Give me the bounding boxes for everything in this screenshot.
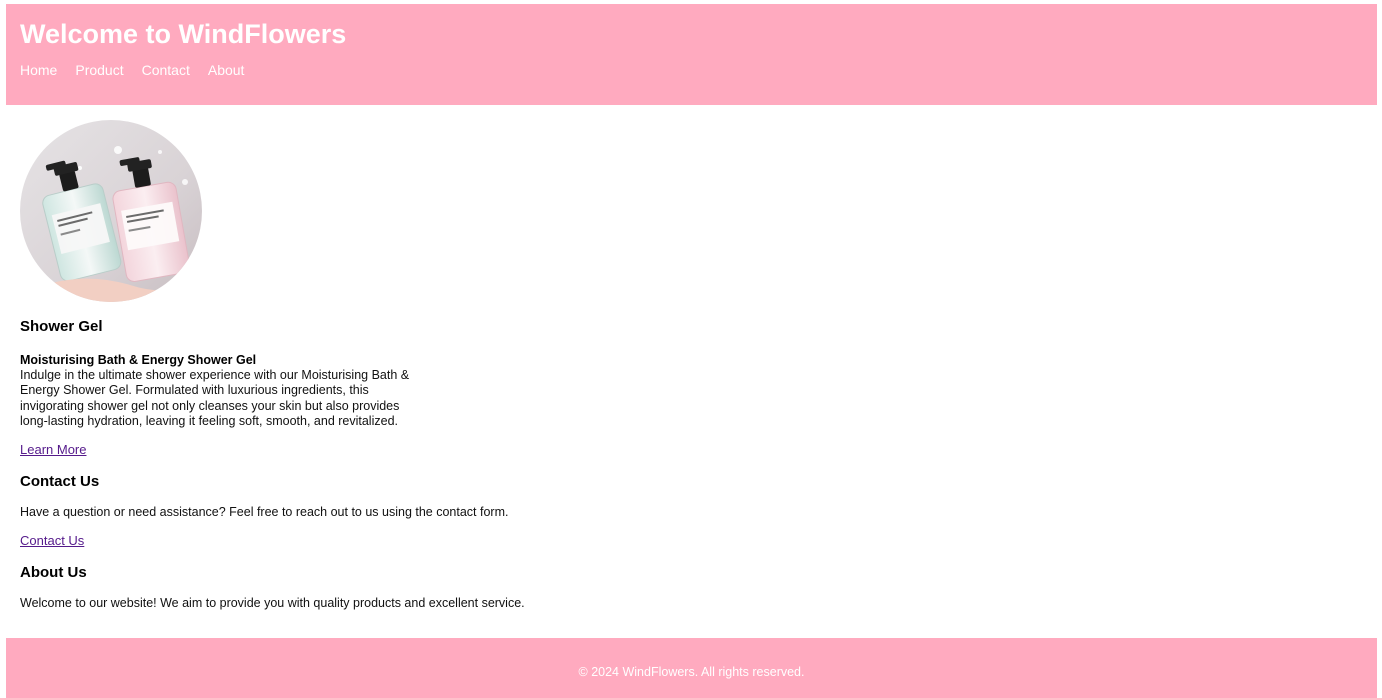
about-section: About Us Welcome to our website! We aim …: [20, 564, 720, 611]
contact-us-link[interactable]: Contact Us: [20, 533, 84, 549]
contact-section: Contact Us Have a question or need assis…: [20, 473, 720, 550]
about-section-title: About Us: [20, 563, 87, 581]
site-footer: © 2024 WindFlowers. All rights reserved.: [6, 638, 1377, 698]
product-section-title: Shower Gel: [20, 318, 103, 335]
contact-section-title: Contact Us: [20, 472, 100, 490]
product-name: Moisturising Bath & Energy Shower Gel: [20, 353, 257, 367]
site-header: Welcome to WindFlowers Home Product Cont…: [6, 4, 1377, 105]
about-text: Welcome to our website! We aim to provid…: [20, 595, 525, 610]
page: Welcome to WindFlowers Home Product Cont…: [0, 0, 1382, 698]
main-content: Shower Gel Moisturising Bath & Energy Sh…: [20, 120, 720, 611]
learn-more-link[interactable]: Learn More: [20, 442, 86, 458]
copyright-text: © 2024 WindFlowers. All rights reserved.: [578, 665, 805, 679]
product-description: Indulge in the ultimate shower experienc…: [20, 368, 410, 429]
product-section: Shower Gel Moisturising Bath & Energy Sh…: [20, 120, 720, 459]
nav-contact[interactable]: Contact: [142, 62, 190, 78]
contact-text: Have a question or need assistance? Feel…: [20, 504, 509, 519]
site-title: Welcome to WindFlowers: [20, 19, 347, 49]
main-nav: Home Product Contact About: [20, 62, 262, 78]
product-image: [20, 120, 202, 302]
nav-product[interactable]: Product: [75, 62, 123, 78]
nav-home[interactable]: Home: [20, 62, 57, 78]
nav-about[interactable]: About: [208, 62, 245, 78]
